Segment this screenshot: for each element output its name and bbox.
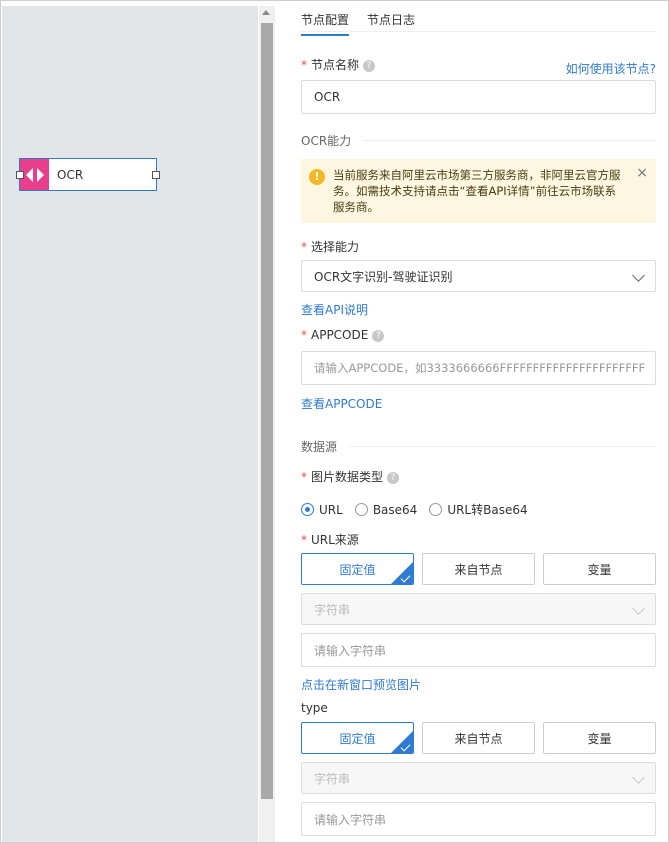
diamond-arrows-icon <box>25 167 44 182</box>
type-value-input[interactable]: 请输入字符串 <box>301 802 656 836</box>
scroll-up-arrow-icon[interactable] <box>262 10 270 15</box>
node-name-input[interactable]: OCR <box>301 80 656 114</box>
url-source-label: * URL来源 <box>301 533 359 547</box>
type-variable-button[interactable]: 变量 <box>543 722 656 754</box>
capability-select[interactable]: OCR文字识别-驾驶证识别 <box>301 260 656 292</box>
capability-label: * 选择能力 <box>301 240 360 254</box>
help-icon[interactable]: ? <box>387 471 400 484</box>
url-fixed-value-button[interactable]: 固定值 <box>301 553 414 585</box>
radio-url[interactable]: URL <box>301 503 343 517</box>
node-output-port[interactable] <box>152 171 160 179</box>
datasource-section-header: 数据源 <box>301 438 656 455</box>
chevron-down-icon <box>632 602 645 615</box>
type-type-select: 字符串 <box>301 762 656 794</box>
view-appcode-link[interactable]: 查看APPCODE <box>301 395 382 412</box>
ocr-node-label: OCR <box>57 167 84 182</box>
warning-icon: ! <box>309 169 325 185</box>
appcode-input[interactable]: 请输入APPCODE，如3333666666FFFFFFFFFFFFFFFFFF… <box>301 351 656 385</box>
preview-image-link[interactable]: 点击在新窗口预览图片 <box>301 676 421 693</box>
close-icon[interactable]: × <box>636 165 648 181</box>
service-notice-alert: ! 当前服务来自阿里云市场第三方服务商，非阿里云官方服务。如需技术支持请点击“查… <box>301 159 656 223</box>
url-variable-button[interactable]: 变量 <box>543 553 656 585</box>
image-type-radio-group: URL Base64 URL转Base64 <box>301 501 540 518</box>
url-from-node-button[interactable]: 来自节点 <box>422 553 535 585</box>
ocr-node[interactable]: OCR <box>16 158 160 191</box>
type-field-label: type <box>301 701 328 715</box>
ocr-section-header: OCR能力 <box>301 132 656 149</box>
how-to-use-link[interactable]: 如何使用该节点? <box>566 60 656 77</box>
scrollbar-thumb[interactable] <box>261 23 273 799</box>
type-fixed-value-button[interactable]: 固定值 <box>301 722 414 754</box>
tabs-divider <box>301 31 656 32</box>
image-type-label: * 图片数据类型? <box>301 468 400 485</box>
ocr-node-icon <box>20 159 49 190</box>
node-name-label: * 节点名称? <box>301 56 376 73</box>
radio-url-to-base64[interactable]: URL转Base64 <box>429 501 528 518</box>
view-api-link[interactable]: 查看API说明 <box>301 301 368 318</box>
radio-base64[interactable]: Base64 <box>354 503 417 517</box>
url-value-input[interactable]: 请输入字符串 <box>301 633 656 667</box>
app-window: OCR 节点配置 节点日志 * 节点名称? 如何使用该节点? OCR OCR能力 … <box>0 0 669 843</box>
help-icon[interactable]: ? <box>363 59 376 72</box>
type-from-node-button[interactable]: 来自节点 <box>422 722 535 754</box>
type-source-segment: 固定值 来自节点 变量 <box>301 722 656 754</box>
url-source-segment: 固定值 来自节点 变量 <box>301 553 656 585</box>
canvas-scrollbar[interactable] <box>259 6 275 842</box>
node-input-port[interactable] <box>16 171 24 179</box>
url-type-select: 字符串 <box>301 593 656 625</box>
flow-canvas[interactable]: OCR <box>2 6 258 842</box>
help-icon[interactable]: ? <box>372 329 385 342</box>
config-panel: 节点配置 节点日志 * 节点名称? 如何使用该节点? OCR OCR能力 ! 当前… <box>285 1 668 842</box>
chevron-down-icon <box>632 771 645 784</box>
appcode-label: * APPCODE? <box>301 328 385 342</box>
chevron-down-icon <box>632 269 645 282</box>
